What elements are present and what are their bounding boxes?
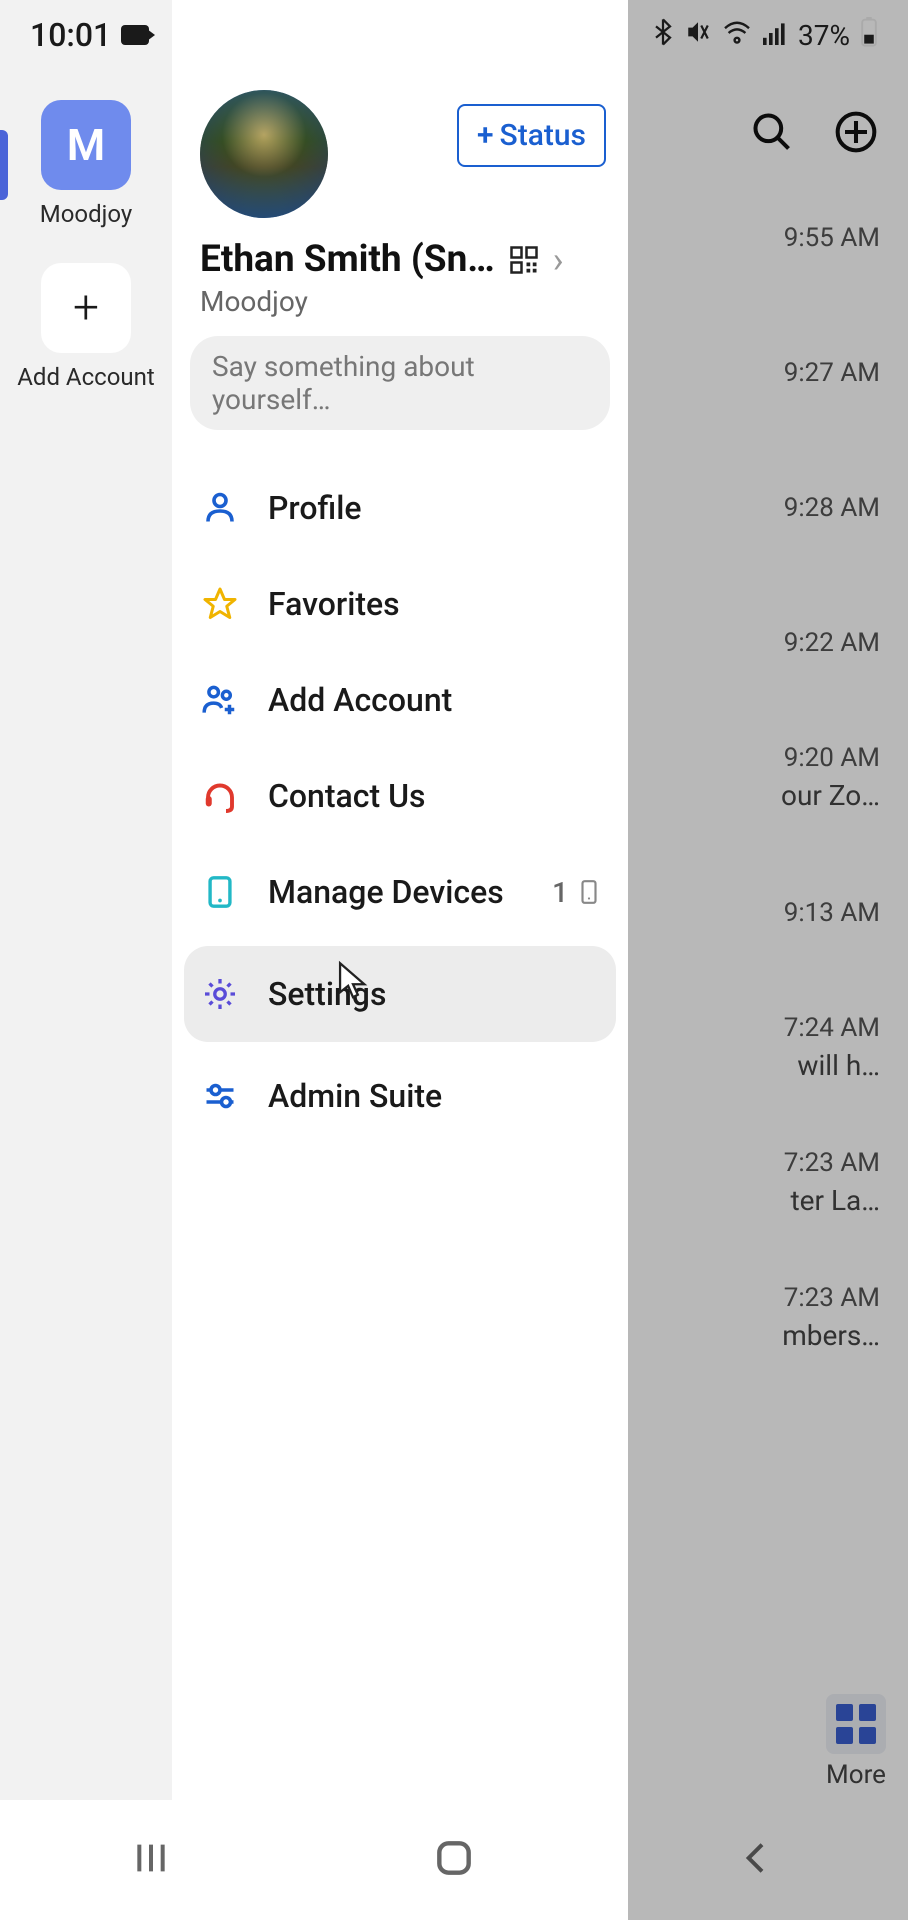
status-button-label: Status [500,118,586,153]
workspace-initial: M [67,119,106,171]
menu-label: Profile [268,489,602,527]
menu-label: Add Account [268,681,602,719]
status-icons: 37% [652,17,878,54]
profile-workspace-label: Moodjoy [172,285,628,336]
battery-icon [860,17,878,54]
camera-recording-icon [121,25,149,45]
status-button[interactable]: + Status [457,104,606,167]
home-button[interactable] [432,1836,476,1884]
plus-icon: + [73,281,99,335]
recent-apps-button[interactable] [131,1838,171,1882]
menu-admin-suite[interactable]: Admin Suite [172,1048,628,1144]
menu-label: Settings [268,975,602,1013]
menu-add-account[interactable]: Add Account [172,652,628,748]
about-me-input[interactable]: Say something about yourself… [190,336,610,430]
menu-label: Manage Devices [268,873,526,911]
menu-label: Contact Us [268,777,602,815]
menu-settings[interactable]: Settings [184,946,616,1042]
gear-icon [198,972,242,1016]
profile-icon [198,486,242,530]
add-workspace-label: Add Account [17,363,154,391]
active-workspace-indicator [0,130,8,200]
clock-time: 10:01 [30,16,111,54]
menu-label: Admin Suite [268,1077,602,1115]
star-icon [198,582,242,626]
chevron-right-icon: › [553,239,564,281]
drawer-scrim[interactable] [628,0,908,1920]
status-bar: 10:01 37% [0,0,908,70]
menu-label: Favorites [268,585,602,623]
device-count: 1 [552,876,568,909]
menu-profile[interactable]: Profile [172,460,628,556]
mute-icon [684,19,712,52]
profile-avatar[interactable] [200,90,328,218]
menu-favorites[interactable]: Favorites [172,556,628,652]
plus-icon: + [477,118,494,153]
profile-name-row[interactable]: Ethan Smith (Sn… › [172,238,628,285]
workspace-label: Moodjoy [40,200,132,228]
bluetooth-icon [652,18,674,53]
device-icon [198,870,242,914]
account-drawer: + Status Ethan Smith (Sn… › Moodjoy Say … [172,0,628,1920]
battery-percent: 37% [798,19,850,52]
workspace-avatar[interactable]: M [41,100,131,190]
add-account-icon [198,678,242,722]
cellular-signal-icon [762,19,788,52]
profile-name: Ethan Smith (Sn… [200,238,495,281]
menu-contact-us[interactable]: Contact Us [172,748,628,844]
phone-small-icon [576,879,602,905]
qr-code-icon [509,245,539,275]
sliders-icon [198,1074,242,1118]
headset-icon [198,774,242,818]
add-workspace-button[interactable]: + [41,263,131,353]
workspace-sidebar: M Moodjoy + Add Account [0,0,172,1920]
menu-manage-devices[interactable]: Manage Devices 1 [172,844,628,940]
wifi-icon [722,19,752,52]
